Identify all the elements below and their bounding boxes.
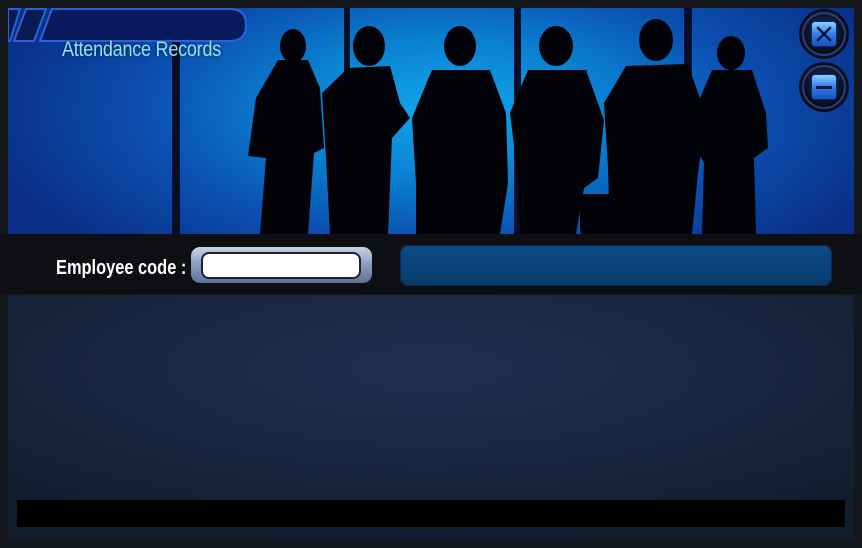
employee-info-display <box>400 245 832 286</box>
minimize-icon <box>812 75 836 99</box>
employee-code-input[interactable] <box>201 252 361 279</box>
employee-code-label: Employee code : <box>56 257 187 279</box>
close-icon <box>812 22 836 46</box>
status-bar <box>17 500 845 527</box>
minimize-button[interactable] <box>802 65 846 109</box>
window-title: Attendance Records <box>62 38 222 61</box>
close-button[interactable] <box>802 12 846 56</box>
app-window: Attendance Records Employee code : <box>0 0 862 548</box>
